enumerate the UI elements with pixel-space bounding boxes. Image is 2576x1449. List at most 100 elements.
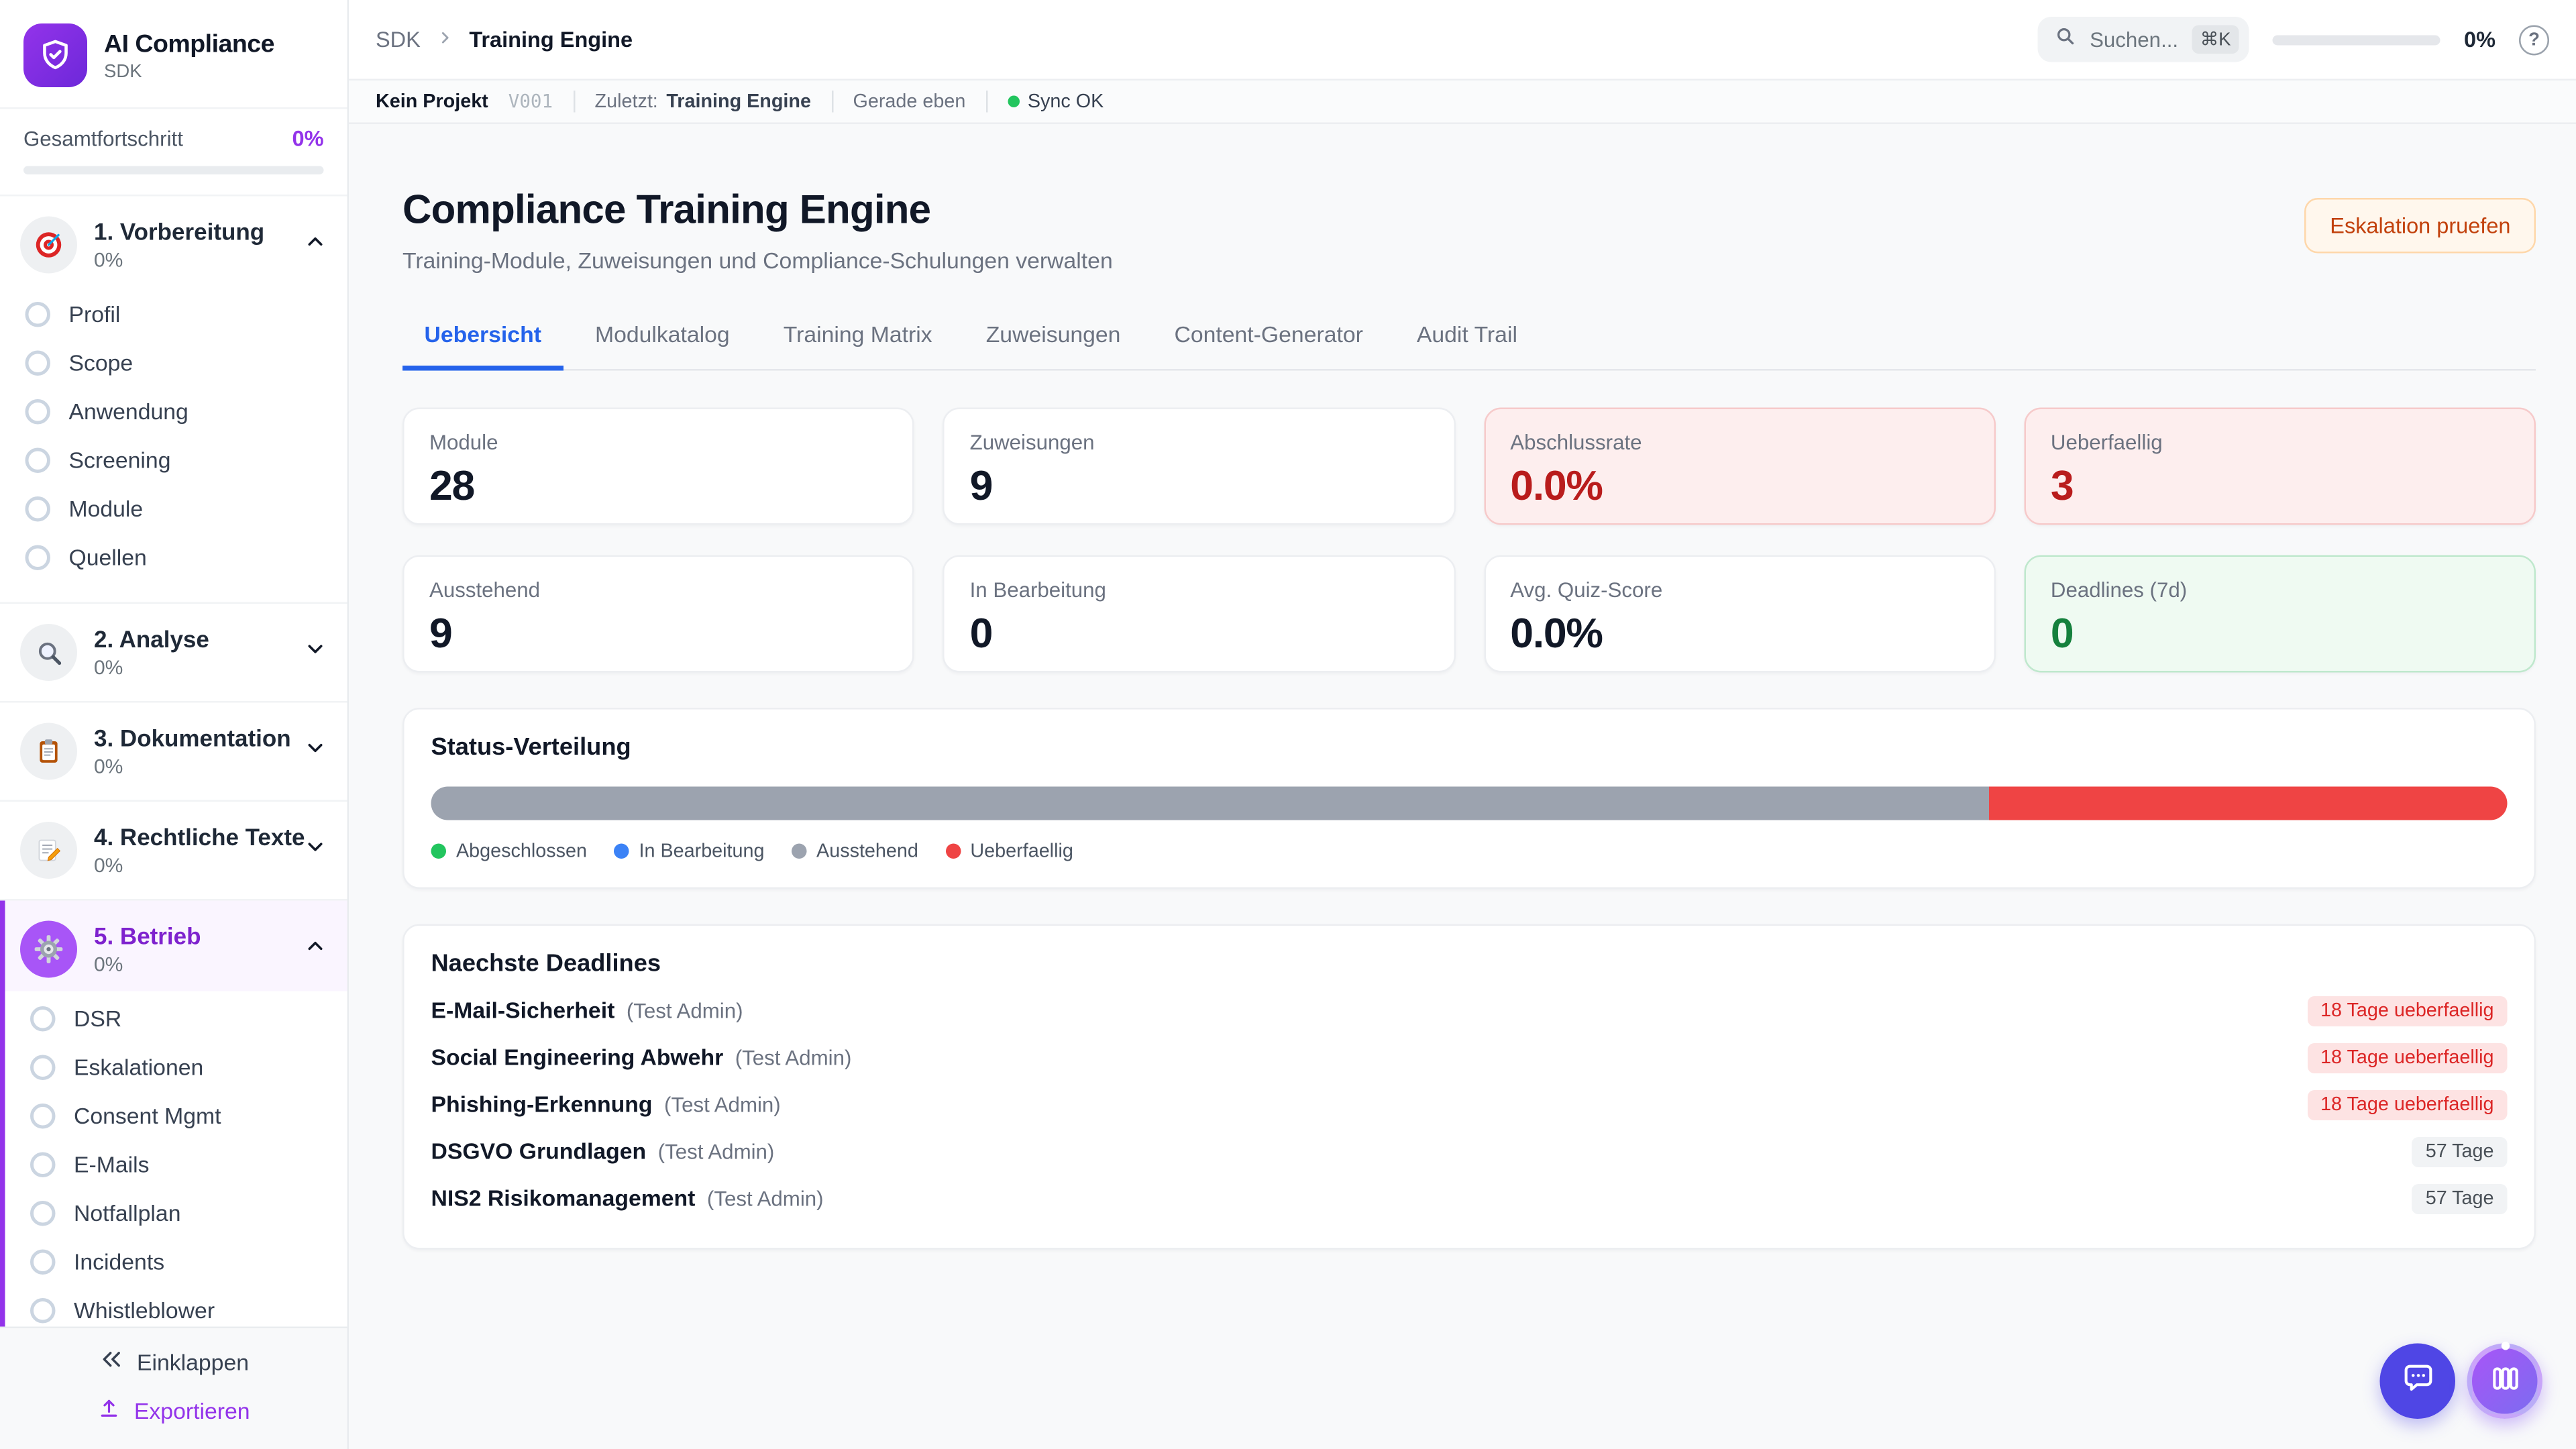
sidebar-nav: 1. Vorbereitung 0% Profil Scope Anwendun… (0, 197, 347, 1327)
legend-item: In Bearbeitung (614, 841, 765, 861)
chevron-down-icon (304, 735, 327, 767)
last-module: Zuletzt: Training Engine (595, 91, 811, 111)
shield-check-icon (23, 23, 87, 87)
sidebar-item-consent-mgmt[interactable]: Consent Mgmt (5, 1092, 347, 1141)
section-label: 5. Betrieb (94, 922, 287, 949)
legend-dot-blue (614, 844, 629, 859)
legend-dot-green (431, 844, 447, 859)
radio-circle-icon (30, 1055, 56, 1081)
version-tag: V001 (508, 91, 553, 113)
deadlines-list: E-Mail-Sicherheit(Test Admin) 18 Tage ue… (431, 987, 2508, 1222)
legend-item: Ueberfaellig (945, 841, 1073, 861)
radio-circle-icon (25, 496, 51, 522)
collapse-sidebar-button[interactable]: Einklappen (98, 1348, 249, 1375)
radio-circle-icon (30, 1250, 56, 1275)
sidebar-subitems-vorbereitung: Profil Scope Anwendung Screening Module … (0, 287, 347, 596)
sync-ok-dot-icon (1008, 96, 1020, 108)
legend-item: Ausstehend (792, 841, 918, 861)
deadline-row: Phishing-Erkennung(Test Admin) 18 Tage u… (431, 1081, 2508, 1128)
stat-card-deadlines-7d: Deadlines (7d) 0 (2024, 554, 2536, 672)
sidebar-item-dsr[interactable]: DSR (5, 995, 347, 1044)
kanban-columns-icon (2488, 1362, 2522, 1401)
clipboard-icon (20, 723, 77, 780)
stat-card-avg-quiz-score: Avg. Quiz-Score 0.0% (1483, 554, 1995, 672)
sidebar-section-vorbereitung: 1. Vorbereitung 0% Profil Scope Anwendun… (0, 197, 347, 604)
chevron-up-icon (304, 933, 327, 965)
tab-training-matrix[interactable]: Training Matrix (761, 307, 954, 371)
project-name: Kein Projekt (376, 91, 488, 111)
section-label: 2. Analyse (94, 626, 287, 653)
sidebar-item-whistleblower[interactable]: Whistleblower (5, 1287, 347, 1327)
status-distribution-title: Status-Verteilung (431, 734, 2508, 761)
radio-circle-icon (25, 448, 51, 474)
deadlines-title: Naechste Deadlines (431, 950, 2508, 977)
last-updated: Gerade eben (853, 91, 965, 111)
memo-pencil-icon (20, 822, 77, 879)
breadcrumb: SDK Training Engine (376, 27, 633, 52)
overdue-badge: 18 Tage ueberfaellig (2307, 996, 2507, 1026)
overdue-badge: 18 Tage ueberfaellig (2307, 1089, 2507, 1120)
radio-circle-icon (30, 1152, 56, 1178)
deadline-row: DSGVO Grundlagen(Test Admin) 57 Tage (431, 1128, 2508, 1175)
sidebar-item-anwendung[interactable]: Anwendung (0, 388, 347, 437)
page-subtitle: Training-Module, Zuweisungen und Complia… (402, 248, 1113, 274)
deadlines-panel: Naechste Deadlines E-Mail-Sicherheit(Tes… (402, 923, 2536, 1248)
sidebar-section-header-betrieb[interactable]: 5. Betrieb 0% (5, 908, 347, 991)
stat-card-in-bearbeitung: In Bearbeitung 0 (943, 554, 1455, 672)
search-icon (2055, 24, 2077, 54)
section-percent: 0% (94, 248, 287, 272)
sidebar-section-header-dokumentation[interactable]: 3. Dokumentation 0% (0, 710, 347, 794)
due-badge: 57 Tage (2412, 1136, 2508, 1167)
section-percent: 0% (94, 953, 287, 976)
bar-segment-ueberfaellig (1988, 786, 2508, 819)
tab-zuweisungen[interactable]: Zuweisungen (964, 307, 1142, 371)
section-percent: 0% (94, 755, 287, 778)
sidebar-item-e-mails[interactable]: E-Mails (5, 1140, 347, 1189)
radio-circle-icon (25, 399, 51, 425)
sidebar-item-quellen[interactable]: Quellen (0, 533, 347, 582)
deadline-row: NIS2 Risikomanagement(Test Admin) 57 Tag… (431, 1175, 2508, 1222)
section-percent: 0% (94, 656, 287, 680)
search-placeholder: Suchen... (2090, 28, 2178, 51)
tab-content-generator[interactable]: Content-Generator (1152, 307, 1385, 371)
page-title: Compliance Training Engine (402, 188, 1113, 235)
kanban-fab-button[interactable] (2467, 1344, 2543, 1419)
app-window: AI Compliance SDK Gesamtfortschritt 0% (0, 0, 2576, 1449)
export-button[interactable]: Exportieren (97, 1397, 250, 1426)
sidebar-section-header-vorbereitung[interactable]: 1. Vorbereitung 0% (0, 203, 347, 287)
search-input[interactable]: Suchen... ⌘K (2038, 17, 2249, 62)
sidebar-item-incidents[interactable]: Incidents (5, 1238, 347, 1287)
chevron-up-icon (304, 229, 327, 261)
sidebar-item-screening[interactable]: Screening (0, 436, 347, 485)
deadline-row: Social Engineering Abwehr(Test Admin) 18… (431, 1034, 2508, 1081)
floating-actions (2380, 1344, 2543, 1419)
sidebar-item-module[interactable]: Module (0, 485, 347, 534)
chat-fab-button[interactable] (2380, 1344, 2456, 1419)
stat-card-module: Module 28 (402, 407, 914, 524)
sidebar-section-header-rechtliche-texte[interactable]: 4. Rechtliche Texte 0% (0, 808, 347, 892)
chevron-down-icon (304, 637, 327, 669)
sidebar: AI Compliance SDK Gesamtfortschritt 0% (0, 0, 349, 1449)
section-label: 4. Rechtliche Texte (94, 824, 287, 851)
topbar: SDK Training Engine Suchen... ⌘K 0% (349, 0, 2576, 80)
help-icon[interactable]: ? (2519, 24, 2549, 54)
tab-audit-trail[interactable]: Audit Trail (1395, 307, 1539, 371)
sidebar-item-eskalationen[interactable]: Eskalationen (5, 1043, 347, 1092)
breadcrumb-root[interactable]: SDK (376, 27, 421, 52)
app-subtitle: SDK (104, 61, 274, 81)
tab-uebersicht[interactable]: Uebersicht (402, 307, 563, 371)
legend-dot-red (945, 844, 961, 859)
page-header: Compliance Training Engine Training-Modu… (402, 188, 2536, 274)
stat-card-ausstehend: Ausstehend 9 (402, 554, 914, 672)
sidebar-item-profil[interactable]: Profil (0, 290, 347, 339)
overdue-badge: 18 Tage ueberfaellig (2307, 1042, 2507, 1073)
deadline-row: E-Mail-Sicherheit(Test Admin) 18 Tage ue… (431, 987, 2508, 1034)
tab-modulkatalog[interactable]: Modulkatalog (573, 307, 751, 371)
app-logo-row: AI Compliance SDK (0, 0, 347, 107)
sync-status: Sync OK (1008, 91, 1104, 111)
legend-dot-gray (792, 844, 807, 859)
check-escalation-button[interactable]: Eskalation pruefen (2305, 198, 2536, 254)
sidebar-item-notfallplan[interactable]: Notfallplan (5, 1189, 347, 1238)
sidebar-item-scope[interactable]: Scope (0, 339, 347, 388)
sidebar-section-header-analyse[interactable]: 2. Analyse 0% (0, 610, 347, 694)
